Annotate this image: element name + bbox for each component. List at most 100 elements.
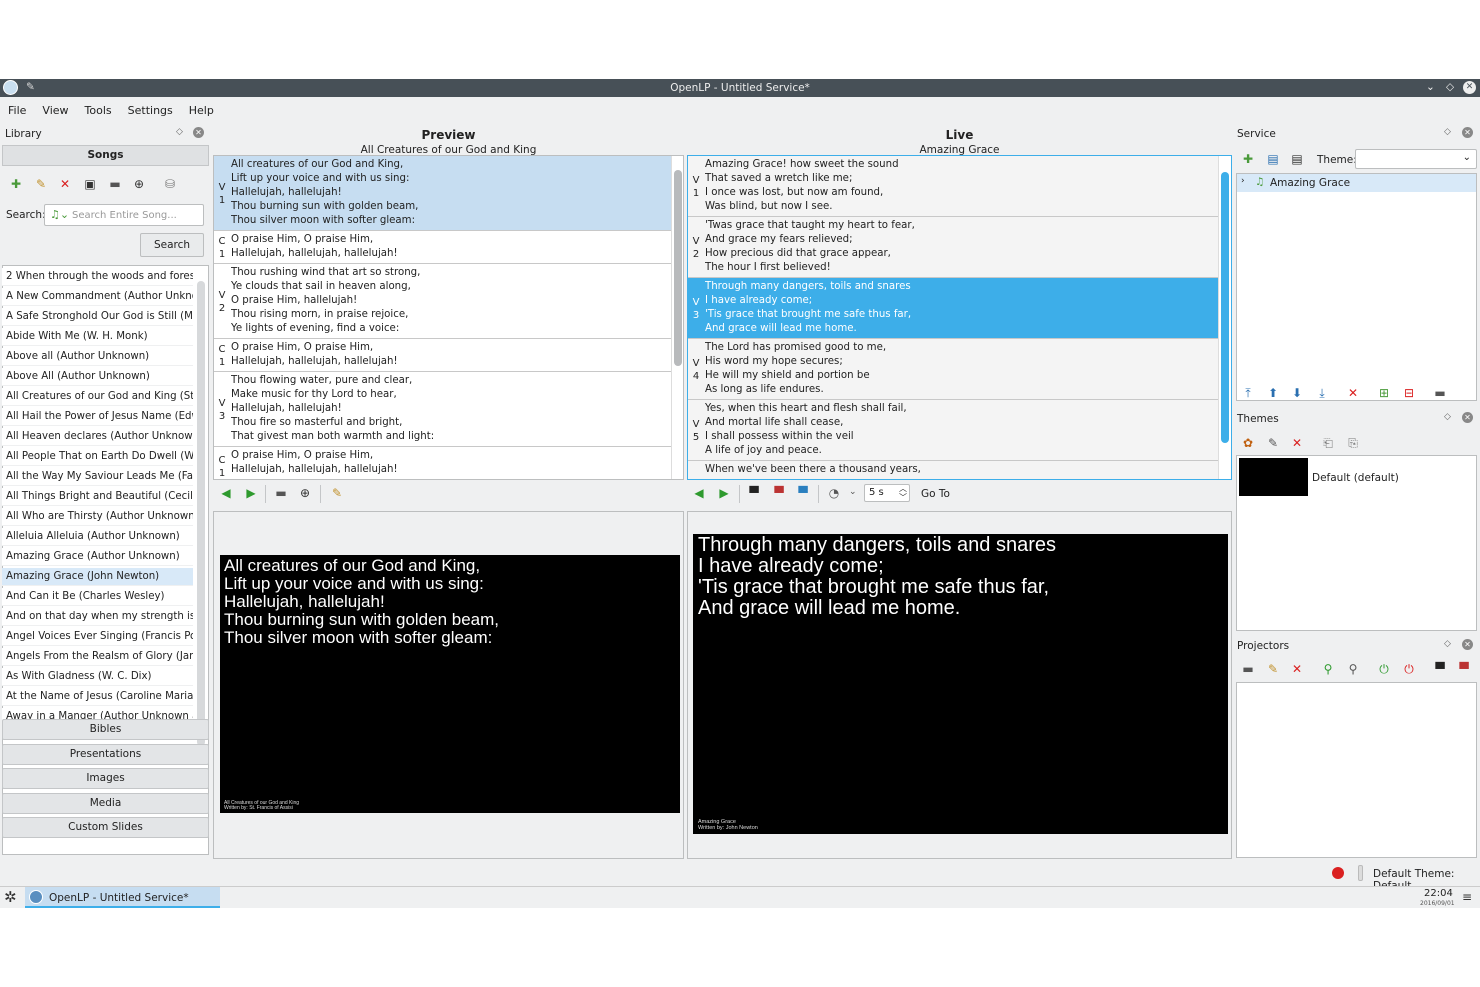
search-button[interactable]: Search: [140, 233, 204, 257]
add-to-service-icon[interactable]: ⊕: [131, 176, 147, 192]
song-list-item[interactable]: And on that day when my strength is fail: [2, 608, 193, 626]
menu-file[interactable]: File: [0, 99, 34, 117]
loop-slides-icon[interactable]: ◔: [826, 485, 842, 501]
song-list-item[interactable]: All Hail the Power of Jesus Name (Edwarc: [2, 408, 193, 426]
song-list-item[interactable]: 2 When through the woods and forest gl: [2, 268, 193, 286]
open-service-icon[interactable]: ▤: [1265, 151, 1281, 167]
live-slide[interactable]: V 2 'Twas grace that taught my heart to f…: [688, 217, 1218, 278]
maximize-icon[interactable]: ◇: [1446, 81, 1454, 93]
move-to-bottom-icon[interactable]: ⤓: [1314, 385, 1330, 401]
disconnect-projector-icon[interactable]: ⚲: [1345, 661, 1361, 677]
song-list-item[interactable]: Above All (Author Unknown): [2, 368, 193, 386]
close-panel-icon[interactable]: ✕: [1462, 127, 1473, 138]
close-panel-icon[interactable]: ✕: [1462, 412, 1473, 423]
next-slide-icon[interactable]: ▶: [243, 485, 259, 501]
song-list-item[interactable]: And Can it Be (Charles Wesley): [2, 588, 193, 606]
delay-spinbox[interactable]: 5 s ︿ ﹀: [864, 484, 910, 502]
connect-projector-icon[interactable]: ⚲: [1320, 661, 1336, 677]
service-list[interactable]: › ♫ Amazing Grace: [1236, 173, 1477, 401]
power-off-icon[interactable]: ⏻: [1401, 661, 1417, 677]
delete-item-icon[interactable]: ✕: [1345, 385, 1361, 401]
edit-projector-icon[interactable]: ✎: [1265, 661, 1281, 677]
close-panel-icon[interactable]: ✕: [193, 127, 204, 138]
live-slide[interactable]: V 3 Through many dangers, toils and snare…: [688, 278, 1218, 339]
preview-slide-list[interactable]: V 1 All creatures of our God and King, Li…: [213, 155, 684, 480]
live-slide[interactable]: When we've been there a thousand years,: [688, 461, 1218, 479]
export-theme-icon[interactable]: ⎘: [1345, 435, 1361, 451]
preview-slide[interactable]: V 3 Thou flowing water, pure and clear, M…: [214, 372, 671, 447]
close-panel-icon[interactable]: ✕: [1462, 639, 1473, 650]
save-service-icon[interactable]: ▤: [1289, 151, 1305, 167]
preview-slide[interactable]: V 2 Thou rushing wind that art so strong,…: [214, 264, 671, 339]
float-panel-icon[interactable]: ◇: [1444, 127, 1451, 137]
show-projector-icon[interactable]: ▀: [1456, 661, 1472, 677]
song-list-item[interactable]: Angels From the Realsm of Glory (James: [2, 648, 193, 666]
song-list-item[interactable]: At the Name of Jesus (Caroline Maria Noe: [2, 688, 193, 706]
song-list-item[interactable]: All Things Bright and Beautiful (Cecil F…: [2, 488, 193, 506]
add-to-service-icon[interactable]: ⊕: [297, 485, 313, 501]
song-list-item[interactable]: A New Commandment (Author Unknown: [2, 288, 193, 306]
hamburger-menu-icon[interactable]: ≡: [1462, 890, 1472, 904]
song-list-item[interactable]: Above all (Author Unknown): [2, 348, 193, 366]
song-list-item[interactable]: All the Way My Saviour Leads Me (Fanny: [2, 468, 193, 486]
theme-list[interactable]: Default (default): [1236, 455, 1477, 631]
previous-slide-icon[interactable]: ◀: [691, 485, 707, 501]
preview-slide[interactable]: C 1 O praise Him, O praise Him, Halleluja…: [214, 447, 671, 479]
loop-dropdown-icon[interactable]: ⌄: [849, 487, 857, 497]
library-section-presentations[interactable]: Presentations: [2, 743, 209, 765]
float-panel-icon[interactable]: ◇: [1444, 412, 1451, 422]
blank-screen-icon[interactable]: ▀: [746, 485, 762, 501]
expand-all-icon[interactable]: ⊞: [1376, 385, 1392, 401]
close-icon[interactable]: ✕: [1463, 81, 1476, 94]
add-projector-icon[interactable]: ▬: [1240, 661, 1256, 677]
song-list-item[interactable]: Alleluia Alleluia (Author Unknown): [2, 528, 193, 546]
menu-help[interactable]: Help: [181, 99, 222, 117]
song-list-item[interactable]: All Creatures of our God and King (St. F…: [2, 388, 193, 406]
theme-item-label[interactable]: Default (default): [1312, 472, 1399, 484]
song-list-item[interactable]: All People That on Earth Do Dwell (Willi…: [2, 448, 193, 466]
song-list-item[interactable]: A Safe Stronghold Our God is Still (Mart…: [2, 308, 193, 326]
preview-slide[interactable]: V 1 All creatures of our God and King, Li…: [214, 156, 671, 231]
move-up-icon[interactable]: ⬆: [1265, 385, 1281, 401]
library-section-bibles[interactable]: Bibles: [2, 719, 209, 740]
song-list-scrollbar[interactable]: [197, 281, 205, 746]
menu-view[interactable]: View: [34, 99, 76, 117]
previous-slide-icon[interactable]: ◀: [218, 485, 234, 501]
application-launcher-icon[interactable]: ✲: [4, 888, 17, 906]
edit-song-icon[interactable]: ✎: [33, 176, 49, 192]
task-button[interactable]: OpenLP - Untitled Service*: [25, 887, 220, 908]
live-slide-list[interactable]: V 1 Amazing Grace! how sweet the sound Th…: [687, 155, 1232, 480]
tab-songs[interactable]: Songs: [2, 145, 209, 166]
float-panel-icon[interactable]: ◇: [176, 127, 183, 137]
projector-list[interactable]: [1236, 682, 1477, 858]
next-slide-icon[interactable]: ▶: [716, 485, 732, 501]
spin-arrows-icon[interactable]: ︿ ﹀: [899, 484, 907, 502]
library-section-images[interactable]: Images: [2, 768, 209, 789]
theme-select[interactable]: ⌄: [1355, 149, 1477, 169]
database-icon[interactable]: ⛁: [162, 176, 178, 192]
delete-theme-icon[interactable]: ✕: [1289, 435, 1305, 451]
search-input[interactable]: ♫⌄ Search Entire Song...: [44, 204, 204, 226]
minimize-icon[interactable]: ⌄: [1426, 81, 1435, 93]
go-live-icon[interactable]: ▬: [107, 176, 123, 192]
blank-to-theme-icon[interactable]: ▀: [771, 485, 787, 501]
preview-slide-scrollbar[interactable]: [674, 170, 682, 366]
theme-thumbnail[interactable]: [1239, 458, 1308, 496]
song-list-item[interactable]: All Heaven declares (Author Unknown): [2, 428, 193, 446]
edit-icon[interactable]: ✎: [329, 485, 345, 501]
song-list-item[interactable]: Amazing Grace (Author Unknown): [2, 548, 193, 566]
preview-slide[interactable]: C 1 O praise Him, O praise Him, Halleluja…: [214, 339, 671, 372]
float-panel-icon[interactable]: ◇: [1444, 639, 1451, 649]
menu-settings[interactable]: Settings: [120, 99, 181, 117]
preview-slide[interactable]: C 1 O praise Him, O praise Him, Halleluja…: [214, 231, 671, 264]
song-list-item[interactable]: Angel Voices Ever Singing (Francis Pott): [2, 628, 193, 646]
import-theme-icon[interactable]: ⎗: [1320, 435, 1336, 451]
move-down-icon[interactable]: ⬇: [1289, 385, 1305, 401]
song-list-item[interactable]: Abide With Me (W. H. Monk): [2, 328, 193, 346]
delete-song-icon[interactable]: ✕: [57, 176, 73, 192]
power-on-icon[interactable]: ⏻: [1376, 661, 1392, 677]
delete-projector-icon[interactable]: ✕: [1289, 661, 1305, 677]
library-section-media[interactable]: Media: [2, 792, 209, 814]
preview-song-icon[interactable]: ▣: [82, 176, 98, 192]
goto-button[interactable]: Go To: [921, 488, 950, 500]
